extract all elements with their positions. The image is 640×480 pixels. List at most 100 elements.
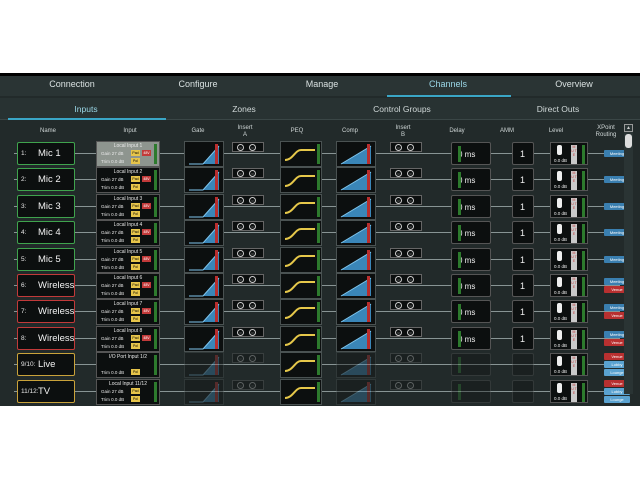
mute-button[interactable]: M U T E	[571, 251, 577, 270]
subtab-zones[interactable]: Zones	[214, 104, 274, 114]
pad-toggle[interactable]: Pad	[131, 282, 140, 288]
insert-b-block[interactable]: ○ ○	[390, 353, 422, 363]
pad-toggle[interactable]: Pad	[131, 308, 140, 314]
mute-button[interactable]: M U T E	[571, 303, 577, 322]
level-block[interactable]: M U T E 0.0 dB	[550, 221, 588, 244]
comp-block[interactable]	[336, 167, 376, 193]
pad-toggle[interactable]: Pad	[131, 150, 140, 156]
gate-block[interactable]	[184, 167, 224, 193]
gate-block[interactable]	[184, 194, 224, 220]
insert-b-block[interactable]: ○ ○	[390, 274, 422, 284]
insert-b-block[interactable]: ○ ○	[390, 248, 422, 258]
tab-configure[interactable]: Configure	[166, 79, 230, 95]
input-block[interactable]: Local Input 11/12 Gain 27 dB Trim 0.0 dB Pa…	[96, 379, 160, 405]
gate-block[interactable]	[184, 273, 224, 299]
delay-field[interactable]: 0 ms	[451, 195, 491, 218]
delay-field[interactable]	[451, 353, 491, 376]
mute-button[interactable]: M U T E	[571, 330, 577, 349]
channel-name-button[interactable]: 1: Mic 1	[17, 142, 75, 165]
polarity-toggle[interactable]: Pol	[131, 396, 140, 402]
level-block[interactable]: M U T E 0.0 dB	[550, 380, 588, 403]
insert-a-block[interactable]: ○ ○	[232, 248, 264, 258]
tab-connection[interactable]: Connection	[40, 79, 104, 95]
insert-a-block[interactable]: ○ ○	[232, 327, 264, 337]
subtab-control-groups[interactable]: Control Groups	[360, 104, 444, 114]
phantom-toggle[interactable]: 48V	[142, 335, 151, 341]
insert-a-block[interactable]: ○ ○	[232, 221, 264, 231]
polarity-toggle[interactable]: Pol	[131, 264, 140, 270]
pad-toggle[interactable]: Pad	[131, 256, 140, 262]
tab-manage[interactable]: Manage	[290, 79, 354, 95]
peq-block[interactable]	[280, 220, 322, 246]
mute-button[interactable]: M U T E	[571, 224, 577, 243]
input-block[interactable]: Local Input 6 Gain 27 dB Trim 0.0 dB Pad 48V…	[96, 273, 160, 299]
amm-field[interactable]: 1	[512, 300, 534, 323]
scrollbar[interactable]: ▲	[624, 124, 633, 394]
level-block[interactable]: M U T E 0.0 dB	[550, 300, 588, 323]
comp-block[interactable]	[336, 247, 376, 273]
input-block[interactable]: Local Input 3 Gain 27 dB Trim 0.0 dB Pad 48V…	[96, 194, 160, 220]
insert-a-block[interactable]: ○ ○	[232, 168, 264, 178]
insert-a-block[interactable]: ○ ○	[232, 380, 264, 390]
xpoint-zone-button[interactable]: Lounge	[604, 396, 630, 403]
peq-block[interactable]	[280, 352, 322, 378]
insert-b-block[interactable]: ○ ○	[390, 142, 422, 152]
channel-name-button[interactable]: 6: Wireless	[17, 274, 75, 297]
comp-block[interactable]	[336, 299, 376, 325]
peq-block[interactable]	[280, 273, 322, 299]
gate-block[interactable]	[184, 326, 224, 352]
amm-field[interactable]: 1	[512, 142, 534, 165]
delay-field[interactable]: 0 ms	[451, 221, 491, 244]
mute-button[interactable]: M U T E	[571, 277, 577, 296]
input-block[interactable]: I/O Port Input 1/2 Trim 0.0 dB Pol	[96, 352, 160, 378]
tab-channels[interactable]: Channels	[416, 79, 480, 95]
pad-toggle[interactable]: Pad	[131, 335, 140, 341]
polarity-toggle[interactable]: Pol	[131, 343, 140, 349]
channel-name-button[interactable]: 8: Wireless	[17, 327, 75, 350]
phantom-toggle[interactable]: 48V	[142, 203, 151, 209]
level-block[interactable]: M U T E 0.0 dB	[550, 142, 588, 165]
delay-field[interactable]: 0 ms	[451, 168, 491, 191]
gate-block[interactable]	[184, 247, 224, 273]
mute-button[interactable]: M U T E	[571, 198, 577, 217]
channel-name-button[interactable]: 2: Mic 2	[17, 168, 75, 191]
phantom-toggle[interactable]: 48V	[142, 308, 151, 314]
pad-toggle[interactable]: Pad	[131, 203, 140, 209]
amm-field[interactable]: 1	[512, 168, 534, 191]
insert-b-block[interactable]: ○ ○	[390, 195, 422, 205]
phantom-toggle[interactable]: 48V	[142, 150, 151, 156]
level-block[interactable]: M U T E 0.0 dB	[550, 327, 588, 350]
pad-toggle[interactable]: Pad	[131, 176, 140, 182]
gate-block[interactable]	[184, 299, 224, 325]
insert-a-block[interactable]: ○ ○	[232, 142, 264, 152]
comp-block[interactable]	[336, 220, 376, 246]
delay-field[interactable]: 0 ms	[451, 142, 491, 165]
insert-b-block[interactable]: ○ ○	[390, 327, 422, 337]
peq-block[interactable]	[280, 141, 322, 167]
amm-field[interactable]: 1	[512, 195, 534, 218]
peq-block[interactable]	[280, 326, 322, 352]
insert-b-block[interactable]: ○ ○	[390, 380, 422, 390]
pad-toggle[interactable]: Pad	[131, 388, 140, 394]
channel-name-button[interactable]: 4: Mic 4	[17, 221, 75, 244]
gate-block[interactable]	[184, 352, 224, 378]
amm-field[interactable]: 1	[512, 274, 534, 297]
scroll-up-icon[interactable]: ▲	[624, 124, 633, 132]
input-block[interactable]: Local Input 8 Gain 27 dB Trim 0.0 dB Pad 48V…	[96, 326, 160, 352]
comp-block[interactable]	[336, 352, 376, 378]
polarity-toggle[interactable]: Pol	[131, 184, 140, 190]
delay-field[interactable]: 0 ms	[451, 274, 491, 297]
tab-overview[interactable]: Overview	[542, 79, 606, 95]
subtab-inputs[interactable]: Inputs	[56, 104, 116, 114]
mute-button[interactable]: M U T E	[571, 383, 577, 402]
amm-field[interactable]: 1	[512, 248, 534, 271]
peq-block[interactable]	[280, 194, 322, 220]
insert-b-block[interactable]: ○ ○	[390, 168, 422, 178]
level-block[interactable]: M U T E 0.0 dB	[550, 168, 588, 191]
comp-block[interactable]	[336, 273, 376, 299]
level-block[interactable]: M U T E 0.0 dB	[550, 248, 588, 271]
gate-block[interactable]	[184, 379, 224, 405]
comp-block[interactable]	[336, 379, 376, 405]
input-block[interactable]: Local Input 2 Gain 27 dB Trim 0.0 dB Pad 48V…	[96, 167, 160, 193]
level-block[interactable]: M U T E 0.0 dB	[550, 274, 588, 297]
